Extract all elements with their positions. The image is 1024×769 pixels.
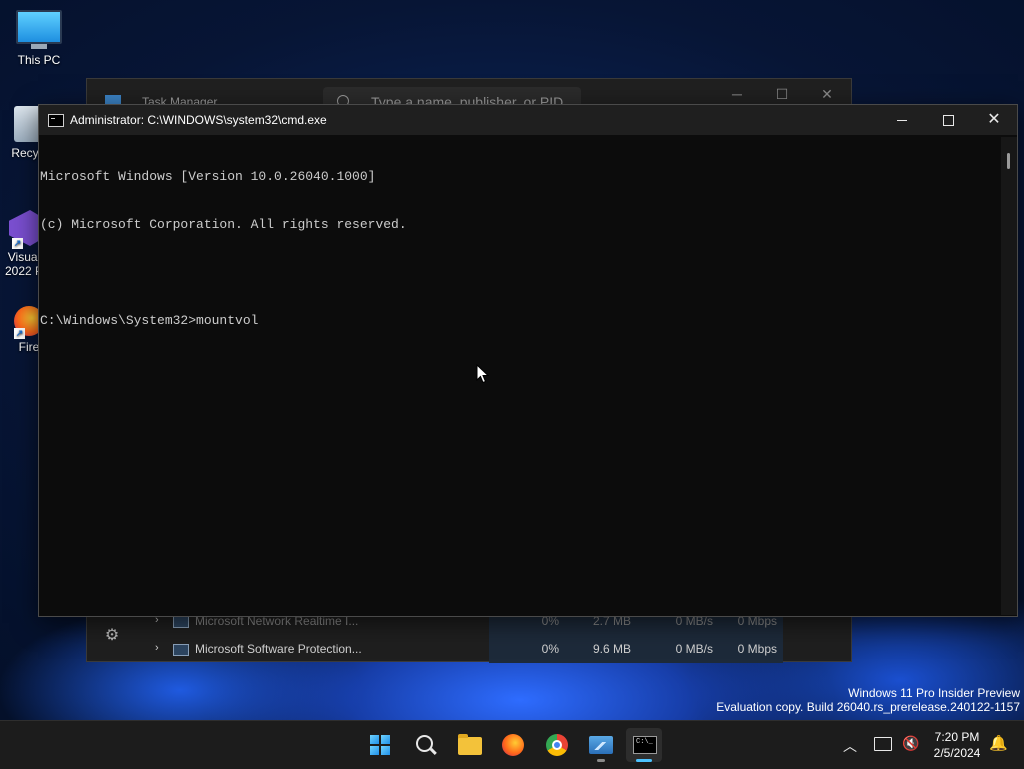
start-button[interactable] bbox=[362, 728, 398, 762]
taskbar-cmd[interactable] bbox=[626, 728, 662, 762]
active-indicator bbox=[636, 759, 652, 762]
volume-muted-icon[interactable]: 🔇 bbox=[902, 735, 919, 752]
process-name: Microsoft Software Protection... bbox=[195, 642, 362, 656]
process-cpu: 0% bbox=[541, 642, 559, 656]
process-icon bbox=[173, 616, 189, 628]
console-output[interactable]: Microsoft Windows [Version 10.0.26040.10… bbox=[40, 137, 998, 613]
watermark-build: Evaluation copy. Build 26040.rs_prerelea… bbox=[716, 700, 1020, 714]
taskbar-clock[interactable]: 7:20 PM 2/5/2024 bbox=[920, 729, 994, 761]
console-scrollbar[interactable] bbox=[1001, 137, 1017, 615]
maximize-icon bbox=[942, 115, 954, 127]
console-line: (c) Microsoft Corporation. All rights re… bbox=[40, 217, 407, 232]
task-manager-close-button[interactable]: ✕ bbox=[807, 83, 847, 105]
cmd-window-title: Administrator: C:\WINDOWS\system32\cmd.e… bbox=[70, 113, 327, 127]
minimize-button[interactable] bbox=[879, 105, 925, 135]
notification-bell-icon[interactable]: 🔔 bbox=[989, 734, 1008, 752]
mouse-cursor-icon bbox=[476, 364, 490, 384]
monitor-icon bbox=[16, 10, 62, 44]
chrome-icon bbox=[546, 734, 568, 756]
network-icon[interactable] bbox=[874, 737, 892, 751]
folder-icon bbox=[458, 734, 482, 755]
taskbar-chrome[interactable] bbox=[539, 728, 575, 762]
clock-time: 7:20 PM bbox=[934, 730, 980, 744]
search-icon bbox=[416, 735, 433, 752]
table-row[interactable]: › Microsoft Software Protection... 0% 9.… bbox=[147, 635, 851, 663]
windows-logo-icon bbox=[370, 735, 390, 755]
settings-gear-icon[interactable]: ⚙ bbox=[103, 627, 121, 645]
process-disk: 0 MB/s bbox=[675, 642, 713, 656]
close-button[interactable]: ✕ bbox=[971, 105, 1017, 135]
scrollbar-thumb[interactable] bbox=[1007, 153, 1010, 169]
taskbar-file-explorer[interactable] bbox=[451, 728, 487, 762]
chevron-right-icon[interactable]: › bbox=[155, 642, 159, 654]
cmd-icon bbox=[633, 736, 657, 754]
task-manager-minimize-button[interactable]: ─ bbox=[717, 83, 757, 105]
process-icon bbox=[173, 644, 189, 656]
console-line: Microsoft Windows [Version 10.0.26040.10… bbox=[40, 169, 376, 184]
process-network: 0 Mbps bbox=[737, 642, 777, 656]
build-watermark: Windows 11 Pro Insider Preview Evaluatio… bbox=[716, 686, 1020, 714]
clock-date: 2/5/2024 bbox=[933, 746, 981, 760]
watermark-edition: Windows 11 Pro Insider Preview bbox=[848, 686, 1020, 700]
maximize-button[interactable] bbox=[925, 105, 971, 135]
taskbar-task-manager[interactable] bbox=[583, 728, 619, 762]
task-manager-icon bbox=[589, 736, 613, 754]
monitor-stand bbox=[31, 44, 47, 49]
taskbar-firefox[interactable] bbox=[495, 728, 531, 762]
desktop-icon-label: This PC bbox=[17, 53, 61, 67]
console-prompt-line[interactable]: C:\Windows\System32>mountvol bbox=[40, 313, 998, 329]
shortcut-arrow-icon: ↗ bbox=[14, 328, 25, 339]
close-icon: ✕ bbox=[987, 111, 1001, 128]
minimize-icon bbox=[897, 120, 907, 122]
chevron-up-icon[interactable]: ︿ bbox=[843, 736, 857, 756]
cmd-window[interactable]: Administrator: C:\WINDOWS\system32\cmd.e… bbox=[38, 104, 1018, 617]
taskbar: ︿ 🔇 7:20 PM 2/5/2024 🔔 bbox=[0, 720, 1024, 769]
task-manager-maximize-button[interactable]: ☐ bbox=[762, 83, 802, 105]
taskbar-search-button[interactable] bbox=[407, 728, 443, 762]
process-memory: 9.6 MB bbox=[592, 642, 631, 656]
desktop-icon-this-pc[interactable]: This PC bbox=[16, 10, 62, 67]
firefox-icon bbox=[502, 734, 524, 756]
cmd-app-icon bbox=[48, 114, 64, 127]
cmd-titlebar[interactable]: Administrator: C:\WINDOWS\system32\cmd.e… bbox=[39, 105, 1017, 135]
shortcut-arrow-icon: ↗ bbox=[12, 238, 23, 249]
running-indicator bbox=[597, 759, 605, 762]
